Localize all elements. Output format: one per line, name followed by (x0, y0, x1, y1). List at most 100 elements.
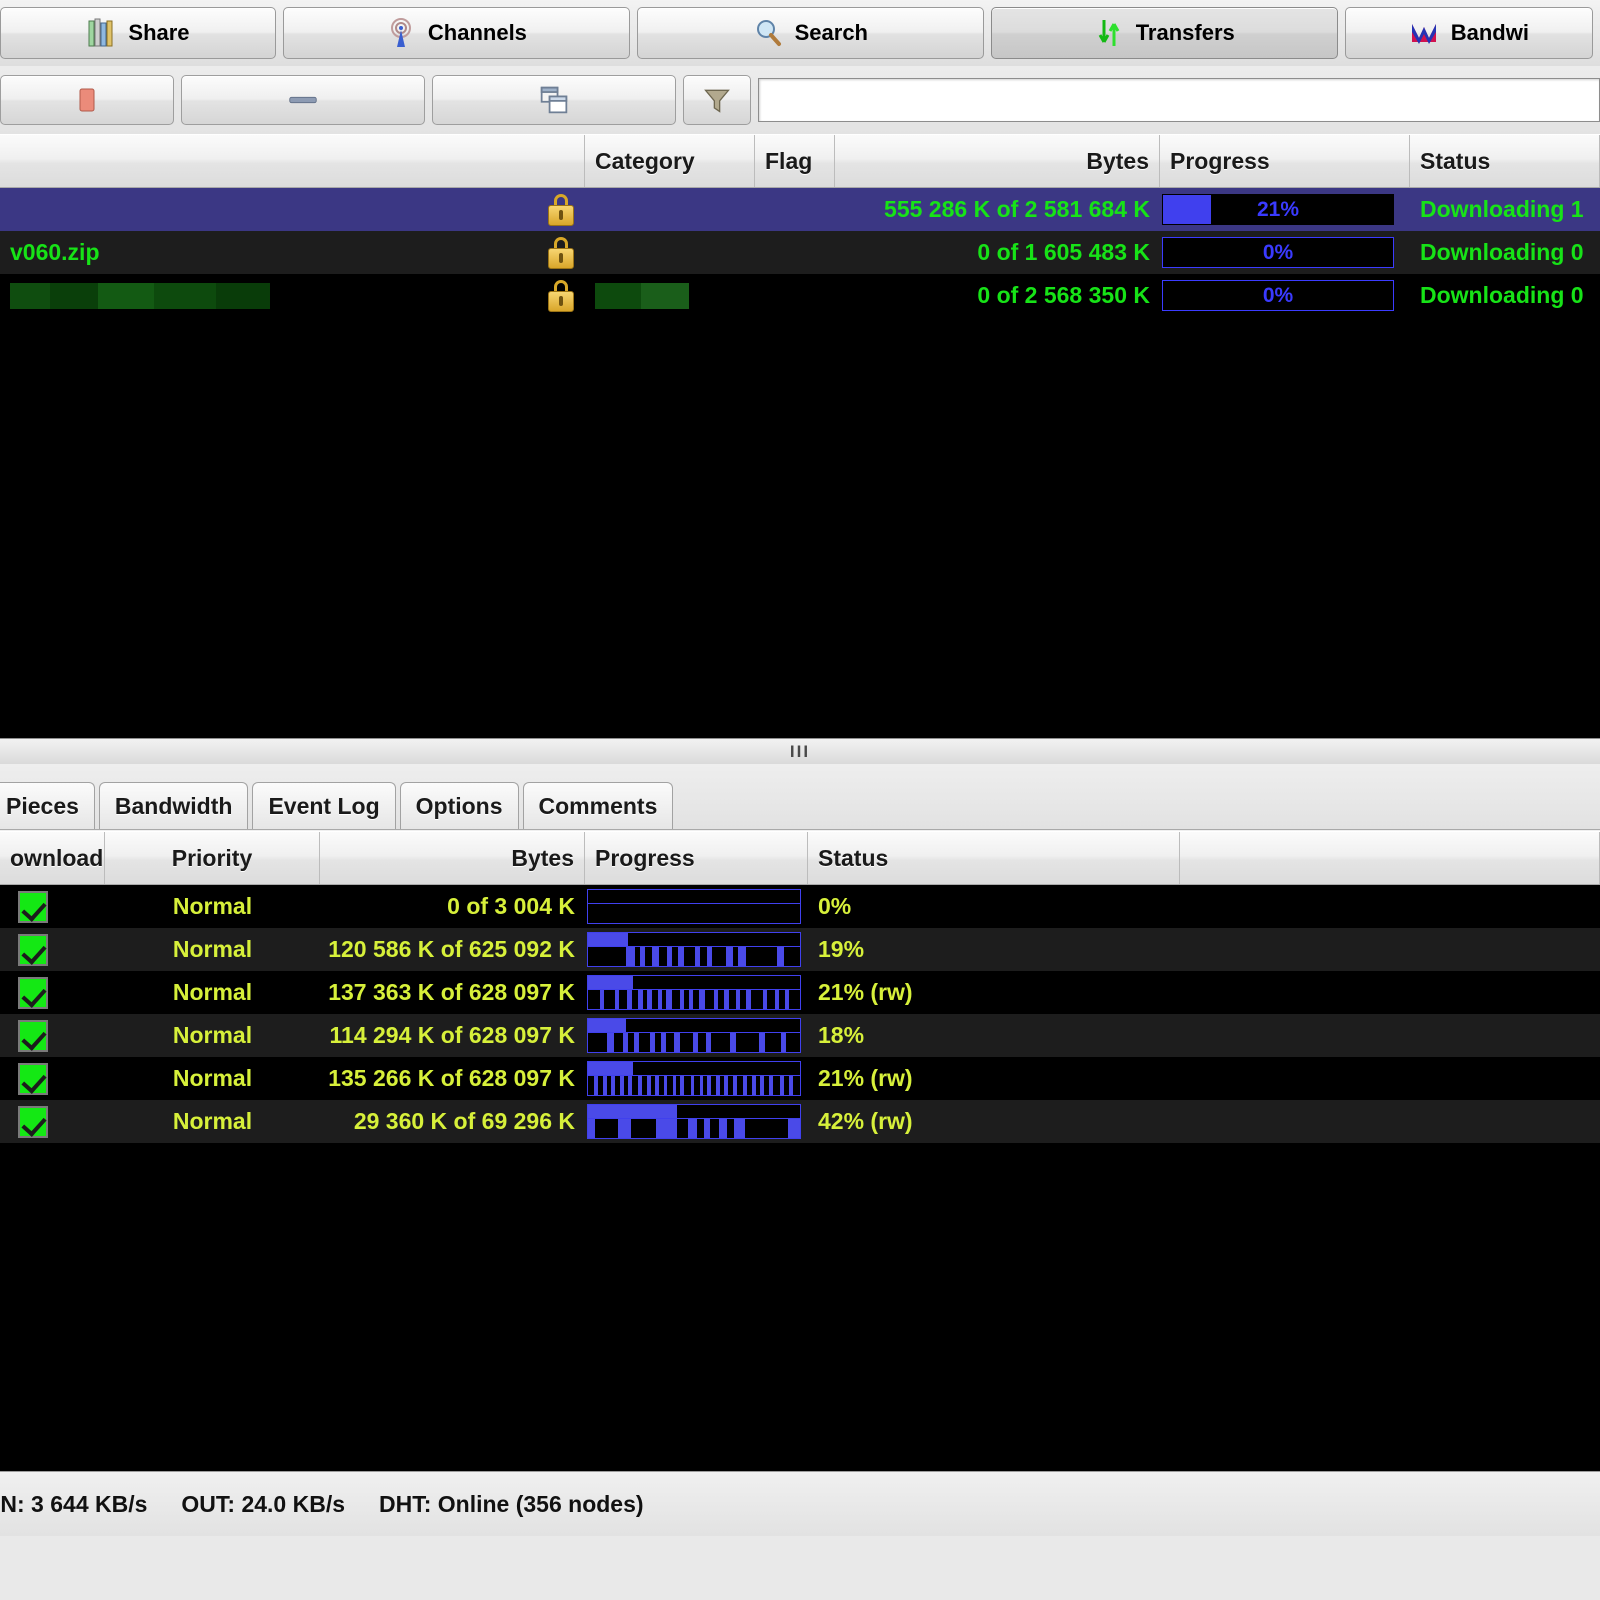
transfers-header-flag[interactable]: Flag (755, 135, 835, 187)
toolbar-button-search[interactable]: Search (636, 7, 984, 59)
files-rows[interactable]: Normal 0 of 3 004 K 0% Normal 120 586 K of 6… (0, 885, 1600, 1486)
pause-button[interactable] (181, 75, 425, 125)
funnel-icon (702, 85, 732, 115)
transfers-column-header[interactable]: Category Flag Bytes Progress Status (0, 134, 1600, 188)
transfers-header-progress[interactable]: Progress (1160, 135, 1410, 187)
piece-availability-strip (588, 1033, 800, 1052)
file-progress-bar (587, 932, 801, 967)
tab-label: Bandwidth (114, 792, 233, 819)
details-tabstrip[interactable]: Pieces Bandwidth Event Log Options Comments (0, 764, 1600, 830)
column-label: Status (1420, 147, 1491, 174)
toolbar-button-bandwi[interactable]: Bandwi (1344, 7, 1594, 59)
transfer-row[interactable]: v060.zip 0 of 1 605 483 K 0% Downloading 0 (0, 231, 1600, 274)
file-bytes-cell: 114 294 K of 628 097 K (320, 1014, 585, 1057)
file-priority: Normal (172, 893, 253, 919)
transfer-progress-bar: 0% (1162, 280, 1394, 311)
details-panel: Pieces Bandwidth Event Log Options Comments … (0, 764, 1600, 1536)
main-toolbar: Share Channels Search Transfers Bandwi (0, 0, 1600, 67)
tab-comments[interactable]: Comments (522, 782, 674, 829)
transfer-flag-cell (755, 188, 835, 231)
file-row[interactable]: Normal 29 360 K of 69 296 K 42% (rw) (0, 1100, 1600, 1143)
files-header-progress[interactable]: Progress (585, 832, 808, 884)
download-checkbox[interactable] (18, 976, 48, 1009)
download-checkbox[interactable] (18, 1105, 48, 1138)
download-checkbox[interactable] (18, 890, 48, 923)
file-download-cell[interactable] (0, 1100, 105, 1143)
toolbar-button-label: Bandwi (1450, 20, 1529, 45)
panel-splitter[interactable]: III (0, 738, 1600, 766)
tab-pieces[interactable]: Pieces (0, 782, 95, 829)
files-header-blank[interactable] (1180, 832, 1600, 884)
statusbar-item: DHT: Online (356 nodes) (379, 1490, 644, 1517)
file-download-cell[interactable] (0, 885, 105, 928)
file-row[interactable]: Normal 137 363 K of 628 097 K 21% (rw) (0, 971, 1600, 1014)
transfer-row[interactable]: 0 of 2 568 350 K 0% Downloading 0 (0, 274, 1600, 317)
file-row[interactable]: Normal 120 586 K of 625 092 K 19% (0, 928, 1600, 971)
filter-input[interactable] (758, 78, 1600, 122)
status-bar: IN: 3 644 KB/s OUT: 24.0 KB/s DHT: Online … (0, 1471, 1600, 1536)
stop-button[interactable] (0, 75, 174, 125)
transfers-header-bytes[interactable]: Bytes (835, 135, 1160, 187)
progress-fill (588, 976, 633, 990)
file-download-cell[interactable] (0, 1014, 105, 1057)
tab-event-log[interactable]: Event Log (252, 782, 396, 829)
toolbar-button-label: Channels (427, 20, 527, 45)
column-label: Category (595, 147, 695, 174)
file-priority-cell: Normal (105, 885, 320, 928)
tab-bandwidth[interactable]: Bandwidth (98, 782, 249, 829)
file-bytes: 120 586 K of 625 092 K (328, 936, 575, 962)
files-header-status[interactable]: Status (808, 832, 1180, 884)
file-status-cell: 21% (rw) (808, 1057, 1180, 1100)
file-status: 0% (818, 893, 852, 919)
transfer-category-cell (585, 274, 755, 317)
toolbar-button-share[interactable]: Share (0, 7, 276, 59)
file-row[interactable]: Normal 135 266 K of 628 097 K 21% (rw) (0, 1057, 1600, 1100)
lock-icon (547, 279, 575, 312)
file-download-cell[interactable] (0, 928, 105, 971)
file-progress-cell (585, 1100, 808, 1143)
files-column-header[interactable]: ownload Priority Bytes Progress Status (0, 831, 1600, 885)
download-checkbox[interactable] (18, 933, 48, 966)
download-checkbox[interactable] (18, 1019, 48, 1052)
transfers-rows[interactable]: 555 286 K of 2 581 684 K 21% Downloading 1… (0, 188, 1600, 738)
transfer-status: Downloading 0 (1420, 282, 1584, 308)
files-header-bytes[interactable]: Bytes (320, 832, 585, 884)
transfers-header-blank[interactable] (0, 135, 585, 187)
filter-button[interactable] (683, 75, 751, 125)
column-label: Progress (1170, 147, 1270, 174)
file-priority: Normal (172, 1022, 253, 1048)
transfer-row[interactable]: 555 286 K of 2 581 684 K 21% Downloading 1 (0, 188, 1600, 231)
transfer-progress-label: 21% (1256, 197, 1300, 221)
files-header-priority[interactable]: Priority (105, 832, 320, 884)
transfer-status-cell: Downloading 1 (1410, 188, 1600, 231)
file-progress-cell (585, 1057, 808, 1100)
piece-availability-strip (588, 1076, 800, 1095)
files-header-ownload[interactable]: ownload (0, 832, 105, 884)
file-download-cell[interactable] (0, 1057, 105, 1100)
file-status: 21% (rw) (818, 1065, 913, 1091)
copy-button[interactable] (432, 75, 676, 125)
file-status: 21% (rw) (818, 979, 913, 1005)
transfers-header-category[interactable]: Category (585, 135, 755, 187)
download-checkbox[interactable] (18, 1062, 48, 1095)
file-progress-cell (585, 1014, 808, 1057)
transfer-bytes-cell: 0 of 2 568 350 K (835, 274, 1160, 317)
file-status-cell: 21% (rw) (808, 971, 1180, 1014)
file-row[interactable]: Normal 0 of 3 004 K 0% (0, 885, 1600, 928)
stop-square-icon (72, 85, 102, 115)
toolbar-button-label: Search (794, 20, 868, 45)
file-download-cell[interactable] (0, 971, 105, 1014)
tab-label: Pieces (6, 792, 79, 819)
toolbar-button-channels[interactable]: Channels (282, 7, 630, 59)
file-row[interactable]: Normal 114 294 K of 628 097 K 18% (0, 1014, 1600, 1057)
copy-windows-icon (539, 85, 569, 115)
bandwidth-graph-icon (1409, 18, 1439, 48)
file-progress-bar (587, 1061, 801, 1096)
file-priority: Normal (172, 1108, 253, 1134)
transfers-header-status[interactable]: Status (1410, 135, 1600, 187)
statusbar-item: OUT: 24.0 KB/s (181, 1490, 346, 1517)
tab-options[interactable]: Options (399, 782, 519, 829)
file-status-cell: 42% (rw) (808, 1100, 1180, 1143)
tab-label: Event Log (268, 792, 380, 819)
toolbar-button-transfers[interactable]: Transfers (990, 7, 1338, 59)
